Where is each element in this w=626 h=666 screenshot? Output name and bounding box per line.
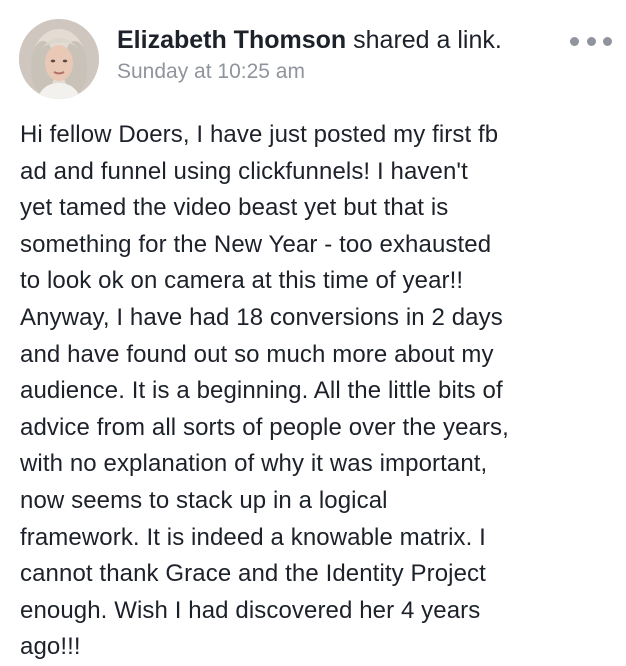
- post-timestamp[interactable]: Sunday at 10:25 am: [117, 58, 566, 86]
- more-horizontal-icon-dot: [586, 36, 596, 46]
- post-header: Elizabeth Thomson shared a link. Sunday …: [117, 24, 566, 86]
- post-body-text: Hi fellow Doers, I have just posted my f…: [20, 121, 509, 661]
- more-options-button[interactable]: [570, 30, 612, 52]
- author-name[interactable]: Elizabeth Thomson: [117, 26, 346, 54]
- post-action-text: shared a link.: [346, 26, 502, 54]
- more-horizontal-icon-dot: [603, 36, 612, 46]
- facebook-post: Elizabeth Thomson shared a link. Sunday …: [0, 0, 626, 660]
- author-line: Elizabeth Thomson shared a link.: [117, 24, 566, 56]
- profile-photo: [19, 19, 99, 99]
- avatar[interactable]: [19, 19, 99, 99]
- more-horizontal-icon: [570, 36, 579, 46]
